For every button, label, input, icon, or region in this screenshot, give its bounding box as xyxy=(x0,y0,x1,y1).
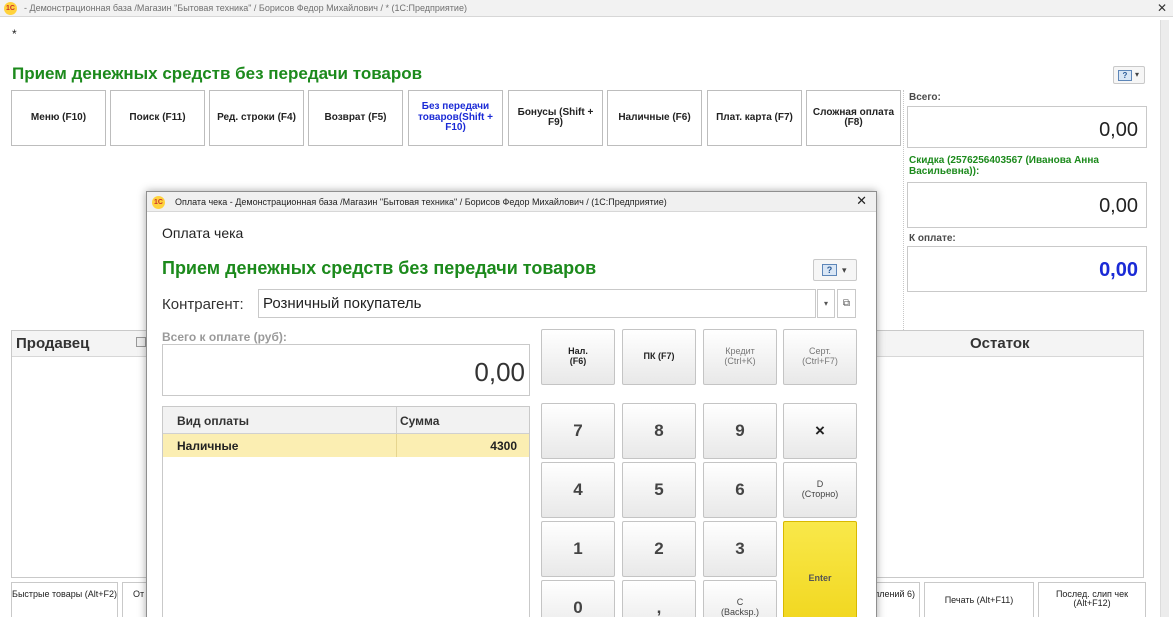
payments-table-header: Вид оплаты Сумма xyxy=(163,407,529,434)
card-key[interactable]: ПК (F7) xyxy=(622,329,696,385)
digit-2-key[interactable]: 2 xyxy=(622,521,696,577)
key-caption: (Backsp.) xyxy=(720,607,759,617)
menu-button[interactable]: Меню (F10) xyxy=(11,90,106,146)
key-label: 0 xyxy=(573,598,583,617)
dialog-title-bar: 1С Оплата чека - Демонстрационная база /… xyxy=(147,192,876,212)
key-label: 9 xyxy=(735,421,745,440)
counterparty-dropdown-icon[interactable]: ▾ xyxy=(817,289,835,318)
print-button[interactable]: Печать (Alt+F11) xyxy=(924,582,1034,617)
key-label: 2 xyxy=(654,539,664,558)
no-goods-transfer-button[interactable]: Без передачи товаров(Shift + F10) xyxy=(408,90,503,146)
multiply-icon: × xyxy=(815,421,825,440)
column-divider xyxy=(396,407,397,434)
app-window: 1С - Демонстрационная база /Магазин "Быт… xyxy=(0,0,1173,617)
column-settings-icon[interactable] xyxy=(136,337,146,347)
edit-row-button[interactable]: Ред. строки (F4) xyxy=(209,90,304,146)
help-menu-button[interactable]: ? ▾ xyxy=(1113,66,1145,84)
dialog-help-button[interactable]: ? ▾ xyxy=(813,259,857,281)
complex-payment-button[interactable]: Сложная оплата (F8) xyxy=(806,90,901,146)
key-label: , xyxy=(656,598,662,617)
digit-4-key[interactable]: 4 xyxy=(541,462,615,518)
1c-logo-icon: 1С xyxy=(4,2,17,15)
key-label: 1 xyxy=(573,539,583,558)
to-pay-value: 0,00 xyxy=(907,246,1147,292)
chevron-down-icon: ▾ xyxy=(842,265,847,275)
column-amount[interactable]: Сумма xyxy=(400,414,439,428)
cash-key[interactable]: Нал. (F6) xyxy=(541,329,615,385)
total-to-pay-label: Всего к оплате (руб): xyxy=(162,330,287,344)
payment-card-button[interactable]: Плат. карта (F7) xyxy=(707,90,802,146)
main-close-icon[interactable]: ✕ xyxy=(1157,0,1167,17)
counterparty-field[interactable]: Розничный покупатель xyxy=(258,289,816,318)
backspace-key[interactable]: C (Backsp.) xyxy=(703,580,777,617)
column-seller[interactable]: Продавец xyxy=(16,335,89,352)
comma-key[interactable]: , xyxy=(622,580,696,617)
key-label: 5 xyxy=(654,480,664,499)
chevron-down-icon: ▾ xyxy=(1135,70,1140,79)
dialog-subtitle: Оплата чека xyxy=(162,225,244,241)
key-label: 3 xyxy=(735,539,745,558)
counterparty-open-icon[interactable]: ⧉ xyxy=(837,289,856,318)
digit-0-key[interactable]: 0 xyxy=(541,580,615,617)
discount-value: 0,00 xyxy=(907,182,1147,228)
key-shortcut: (F6) xyxy=(569,356,587,366)
digit-7-key[interactable]: 7 xyxy=(541,403,615,459)
payment-amount-cell: 4300 xyxy=(490,439,517,453)
key-label: 4 xyxy=(573,480,583,499)
panel-divider xyxy=(903,90,904,330)
digit-9-key[interactable]: 9 xyxy=(703,403,777,459)
key-shortcut: (Ctrl+F7) xyxy=(802,356,838,366)
key-shortcut: (Ctrl+K) xyxy=(724,356,756,366)
multiply-key[interactable]: × xyxy=(783,403,857,459)
total-label: Всего: xyxy=(909,92,941,103)
key-label: 6 xyxy=(735,480,745,499)
column-remaining[interactable]: Остаток xyxy=(970,335,1030,352)
digit-6-key[interactable]: 6 xyxy=(703,462,777,518)
main-title-bar: 1С - Демонстрационная база /Магазин "Быт… xyxy=(0,0,1173,17)
dialog-close-icon[interactable]: ✕ xyxy=(856,193,867,209)
cash-button[interactable]: Наличные (F6) xyxy=(607,90,702,146)
storno-key[interactable]: D (Сторно) xyxy=(783,462,857,518)
column-divider xyxy=(396,434,397,457)
key-label: 8 xyxy=(654,421,664,440)
discount-label: Скидка (2576256403567 (Иванова Анна Васи… xyxy=(909,155,1099,177)
payment-type-cell: Наличные xyxy=(177,439,239,453)
dialog-heading: Прием денежных средств без передачи това… xyxy=(162,258,597,278)
quick-goods-button[interactable]: Быстрые товары (Alt+F2) xyxy=(11,582,118,617)
key-label: 7 xyxy=(573,421,583,440)
total-to-pay-value: 0,00 xyxy=(162,344,530,396)
key-label: ПК (F7) xyxy=(643,351,675,362)
dialog-window-title: Оплата чека - Демонстрационная база /Маг… xyxy=(175,197,667,207)
payment-dialog: 1С Оплата чека - Демонстрационная база /… xyxy=(146,191,877,617)
main-scrollbar[interactable] xyxy=(1160,20,1169,617)
to-pay-label: К оплате: xyxy=(909,233,956,244)
column-payment-type[interactable]: Вид оплаты xyxy=(177,414,249,428)
table-row[interactable]: Наличные 4300 xyxy=(163,434,529,457)
counterparty-label: Контрагент: xyxy=(162,296,244,313)
digit-1-key[interactable]: 1 xyxy=(541,521,615,577)
digit-8-key[interactable]: 8 xyxy=(622,403,696,459)
key-caption: (Сторно) xyxy=(801,489,839,499)
1c-logo-icon: 1С xyxy=(152,196,165,209)
digit-3-key[interactable]: 3 xyxy=(703,521,777,577)
credit-key[interactable]: Кредит (Ctrl+K) xyxy=(703,329,777,385)
key-label: Enter xyxy=(808,572,832,583)
page-title: Прием денежных средств без передачи това… xyxy=(12,64,423,83)
enter-key[interactable]: Enter xyxy=(783,521,857,617)
search-button[interactable]: Поиск (F11) xyxy=(110,90,205,146)
certificate-key[interactable]: Серт. (Ctrl+F7) xyxy=(783,329,857,385)
payments-table[interactable]: Вид оплаты Сумма Наличные 4300 xyxy=(162,406,530,617)
help-icon: ? xyxy=(1118,70,1132,81)
total-value: 0,00 xyxy=(907,106,1147,148)
last-slip-button[interactable]: Послед. слип чек (Alt+F12) xyxy=(1038,582,1146,617)
help-icon: ? xyxy=(822,264,837,276)
return-button[interactable]: Возврат (F5) xyxy=(308,90,403,146)
bonuses-button[interactable]: Бонусы (Shift + F9) xyxy=(508,90,603,146)
main-window-title: - Демонстрационная база /Магазин "Бытова… xyxy=(24,3,467,13)
modified-mark: * xyxy=(12,27,17,41)
digit-5-key[interactable]: 5 xyxy=(622,462,696,518)
